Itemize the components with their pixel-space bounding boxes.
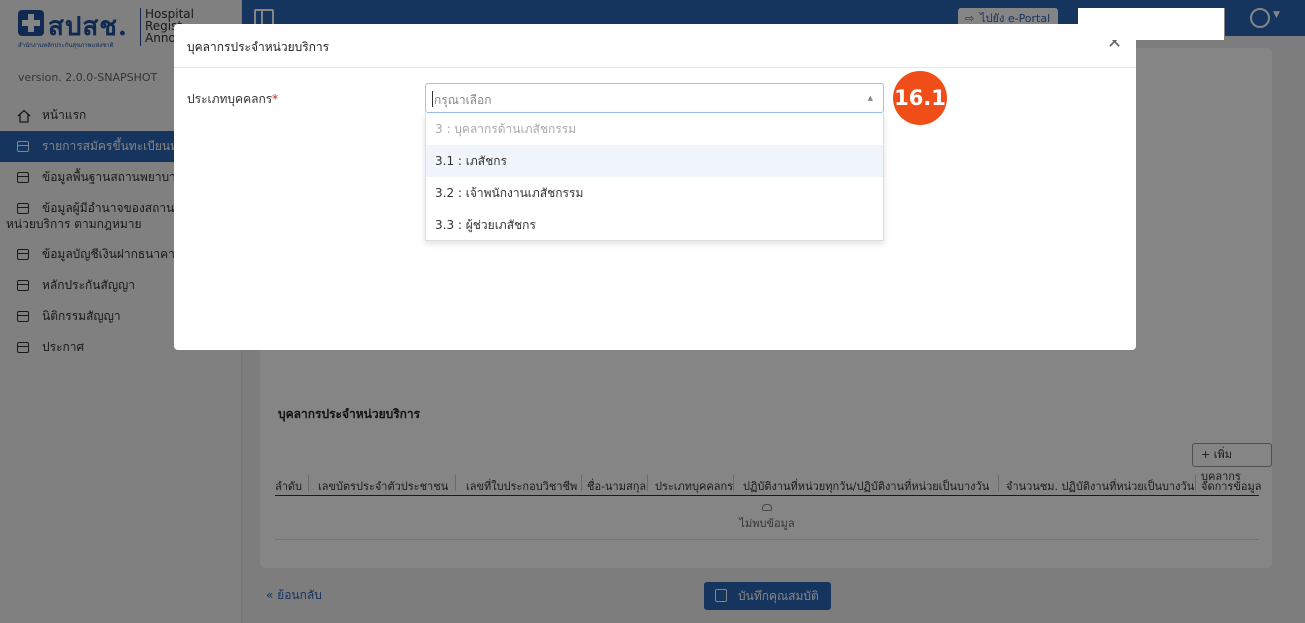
- personnel-modal: บุคลากรประจำหน่วยบริการ ✕ ประเภทบุคคลกร*…: [174, 8, 1224, 350]
- personnel-type-dropdown: 3 : บุคลากรด้านเภสัชกรรม 3.1 : เภสัชกร 3…: [425, 113, 884, 241]
- field-label-text: ประเภทบุคคลกร: [187, 92, 273, 106]
- required-mark: *: [272, 92, 279, 106]
- personnel-type-select[interactable]: กรุณาเลือก ▲: [425, 83, 884, 113]
- step-badge: 16.1: [893, 71, 947, 125]
- select-placeholder: กรุณาเลือก: [432, 91, 492, 110]
- user-name-box: [1078, 8, 1224, 40]
- chevron-up-icon: ▲: [867, 94, 873, 102]
- option-pharmacist-assistant[interactable]: 3.3 : ผู้ช่วยเภสัชกร: [426, 209, 883, 241]
- personnel-type-label: ประเภทบุคคลกร*: [187, 90, 278, 109]
- option-group-header: 3 : บุคลากรด้านเภสัชกรรม: [435, 122, 577, 136]
- option-pharmacist[interactable]: 3.1 : เภสัชกร: [426, 145, 883, 177]
- option-pharmacy-officer[interactable]: 3.2 : เจ้าพนักงานเภสัชกรรม: [426, 177, 883, 209]
- modal-title: บุคลากรประจำหน่วยบริการ: [187, 40, 330, 54]
- app-root: สปสช. สำนักงานหลักประกันสุขภาพแห่งชาติ H…: [0, 0, 1305, 623]
- modal-header: บุคลากรประจำหน่วยบริการ ✕: [174, 24, 1136, 68]
